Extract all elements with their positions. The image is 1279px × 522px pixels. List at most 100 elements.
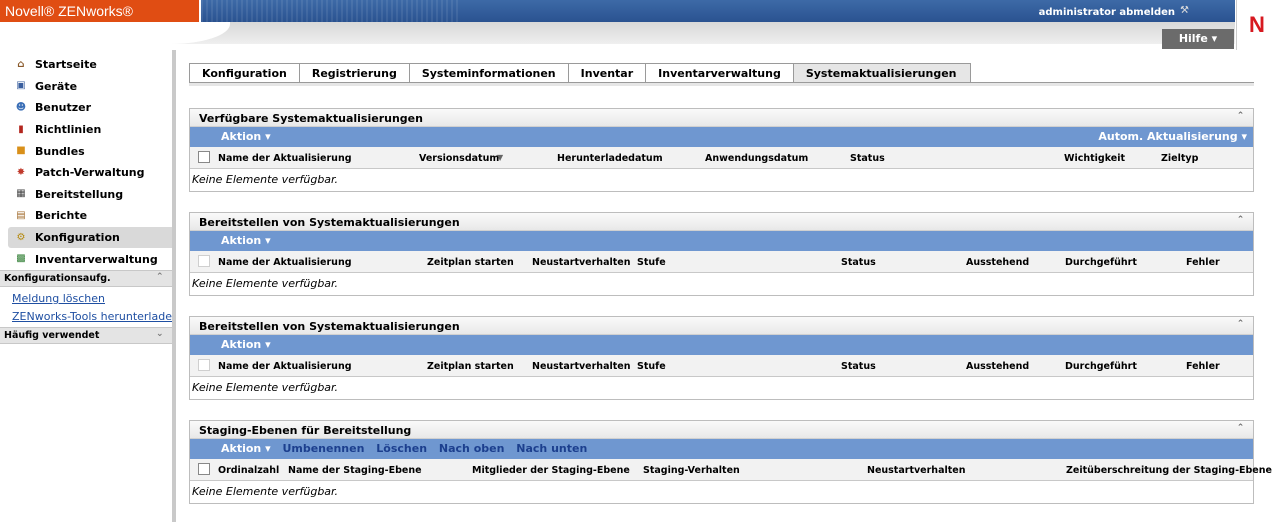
frequent-section-header[interactable]: Häufig verwendet ⌄ <box>0 326 172 344</box>
col-stage-timeout[interactable]: Zeitüberschreitung der Staging-Ebene <box>1066 465 1272 476</box>
col-schedule-start[interactable]: Zeitplan starten <box>427 361 514 372</box>
col-download-date[interactable]: Herunterladedatum <box>557 153 663 164</box>
col-stage[interactable]: Stufe <box>637 257 666 268</box>
empty-message: Keine Elemente verfügbar. <box>192 277 339 290</box>
sidebar-item-startseite[interactable]: ⌂ Startseite <box>0 54 172 76</box>
col-name[interactable]: Name der Aktualisierung <box>218 153 352 164</box>
collapse-panel-icon[interactable]: ⌃ <box>1234 215 1247 228</box>
col-pending[interactable]: Ausstehend <box>966 257 1029 268</box>
tab-registrierung[interactable]: Registrierung <box>299 63 410 83</box>
header-band: administrator abmelden ⚒ <box>201 0 1235 22</box>
expand-down-icon[interactable]: ⌄ <box>156 329 168 341</box>
tab-konfiguration[interactable]: Konfiguration <box>189 63 300 83</box>
action-bar: Aktion ▾ Umbenennen Löschen Nach oben Na… <box>190 439 1253 459</box>
sidebar: ⌂ Startseite ▣ Geräte ☻ Benutzer ▮ Richtlini… <box>0 50 172 522</box>
deploy-icon: ▦ <box>16 188 26 200</box>
help-menu-button[interactable]: Hilfe ▾ <box>1162 29 1234 49</box>
home-icon: ⌂ <box>17 58 25 70</box>
sidebar-nav: ⌂ Startseite ▣ Geräte ☻ Benutzer ▮ Richtlini… <box>0 50 172 270</box>
select-all-checkbox[interactable] <box>198 463 210 475</box>
task-clear-message[interactable]: Meldung löschen <box>0 290 172 308</box>
sidebar-item-bereitstellung[interactable]: ▦ Bereitstellung <box>0 184 172 206</box>
table-header: Name der Aktualisierung Zeitplan starten… <box>190 251 1253 273</box>
col-stage-behavior[interactable]: Staging-Verhalten <box>643 465 740 476</box>
table-header: Name der Aktualisierung Zeitplan starten… <box>190 355 1253 377</box>
col-reboot-behavior[interactable]: Neustartverhalten <box>867 465 966 476</box>
table-header: Ordinalzahl Name der Staging-Ebene Mitgl… <box>190 459 1272 481</box>
col-stage-members[interactable]: Mitglieder der Staging-Ebene <box>472 465 630 476</box>
col-name[interactable]: Name der Aktualisierung <box>218 361 352 372</box>
sidebar-item-konfiguration[interactable]: ⚙ Konfiguration <box>8 226 172 249</box>
logout-link[interactable]: administrator abmelden <box>1039 7 1175 18</box>
col-schedule-start[interactable]: Zeitplan starten <box>427 257 514 268</box>
brand-logo: Novell® ZENworks® <box>0 0 199 22</box>
col-importance[interactable]: Wichtigkeit <box>1064 153 1125 164</box>
collapse-up-icon[interactable]: ⌃ <box>156 272 168 284</box>
select-all-checkbox[interactable] <box>198 151 210 163</box>
col-apply-date[interactable]: Anwendungsdatum <box>705 153 808 164</box>
policy-icon: ▮ <box>18 123 24 135</box>
tab-systemaktualisierungen[interactable]: Systemaktualisierungen <box>793 63 971 83</box>
auto-update-menu-button[interactable]: Autom. Aktualisierung ▾ <box>1098 130 1247 143</box>
col-done[interactable]: Durchgeführt <box>1065 257 1137 268</box>
user-icon: ☻ <box>15 101 27 113</box>
sidebar-splitter[interactable] <box>172 50 176 522</box>
panel-title: Staging-Ebenen für Bereitstellung ⌃ <box>190 421 1253 439</box>
action-menu-button[interactable]: Aktion ▾ <box>221 338 271 351</box>
panel-title: Bereitstellen von Systemaktualisierungen… <box>190 213 1253 231</box>
move-down-button[interactable]: Nach unten <box>516 442 587 455</box>
collapse-panel-icon[interactable]: ⌃ <box>1234 111 1247 124</box>
action-menu-button[interactable]: Aktion ▾ <box>221 130 271 143</box>
sidebar-item-geraete[interactable]: ▣ Geräte <box>0 76 172 98</box>
select-all-checkbox[interactable] <box>198 255 210 267</box>
collapse-panel-icon[interactable]: ⌃ <box>1234 319 1247 332</box>
sidebar-item-berichte[interactable]: ▤ Berichte <box>0 205 172 227</box>
col-done[interactable]: Durchgeführt <box>1065 361 1137 372</box>
tasks-section-header[interactable]: Konfigurationsaufg. ⌃ <box>0 269 172 287</box>
rename-button[interactable]: Umbenennen <box>282 442 364 455</box>
tab-inventarverwaltung[interactable]: Inventarverwaltung <box>646 63 794 83</box>
delete-button[interactable]: Löschen <box>376 442 427 455</box>
action-menu-button[interactable]: Aktion ▾ <box>221 234 271 247</box>
novell-logo: N <box>1236 0 1279 50</box>
action-bar: Aktion ▾ Autom. Aktualisierung ▾ <box>190 127 1253 147</box>
col-reboot-behavior[interactable]: Neustartverhalten <box>532 361 631 372</box>
sidebar-item-richtlinien[interactable]: ▮ Richtlinien <box>0 119 172 141</box>
action-bar: Aktion ▾ <box>190 335 1253 355</box>
tab-systeminformationen[interactable]: Systeminformationen <box>409 63 569 83</box>
sidebar-item-benutzer[interactable]: ☻ Benutzer <box>0 97 172 119</box>
col-target-type[interactable]: Zieltyp <box>1161 153 1198 164</box>
staging-levels-panel: Staging-Ebenen für Bereitstellung ⌃ Akti… <box>189 420 1272 504</box>
col-pending[interactable]: Ausstehend <box>966 361 1029 372</box>
select-all-checkbox[interactable] <box>198 359 210 371</box>
collapse-panel-icon[interactable]: ⌃ <box>1234 423 1247 436</box>
empty-message: Keine Elemente verfügbar. <box>192 381 339 394</box>
tools-icon[interactable]: ⚒ <box>1180 5 1191 16</box>
col-status[interactable]: Status <box>841 257 876 268</box>
sidebar-item-inventarverwaltung[interactable]: ▩ Inventarverwaltung <box>0 248 172 270</box>
col-name[interactable]: Name der Aktualisierung <box>218 257 352 268</box>
sidebar-item-bundles[interactable]: ■ Bundles <box>0 140 172 162</box>
col-version-date[interactable]: Versionsdatum <box>419 153 499 164</box>
novell-logo-letter: N <box>1249 12 1265 37</box>
panel-title: Bereitstellen von Systemaktualisierungen… <box>190 317 1253 335</box>
col-reboot-behavior[interactable]: Neustartverhalten <box>532 257 631 268</box>
panel-title: Verfügbare Systemaktualisierungen ⌃ <box>190 109 1253 127</box>
action-menu-button[interactable]: Aktion ▾ <box>221 442 271 455</box>
move-up-button[interactable]: Nach oben <box>439 442 505 455</box>
col-status[interactable]: Status <box>850 153 885 164</box>
task-download-tools[interactable]: ZENworks-Tools herunterladen <box>0 308 172 326</box>
empty-message: Keine Elemente verfügbar. <box>192 485 339 498</box>
tab-inventar[interactable]: Inventar <box>568 63 647 83</box>
col-stage[interactable]: Stufe <box>637 361 666 372</box>
patch-icon: ✸ <box>16 166 26 178</box>
col-errors[interactable]: Fehler <box>1186 257 1220 268</box>
col-status[interactable]: Status <box>841 361 876 372</box>
sort-desc-icon[interactable]: ▼ <box>497 153 503 162</box>
sidebar-item-patch-verwaltung[interactable]: ✸ Patch-Verwaltung <box>0 162 172 184</box>
col-stage-name[interactable]: Name der Staging-Ebene <box>288 465 422 476</box>
col-errors[interactable]: Fehler <box>1186 361 1220 372</box>
tab-bar: Konfiguration Registrierung Systeminform… <box>189 63 971 83</box>
action-bar: Aktion ▾ <box>190 231 1253 251</box>
col-ordinal[interactable]: Ordinalzahl <box>218 465 279 476</box>
